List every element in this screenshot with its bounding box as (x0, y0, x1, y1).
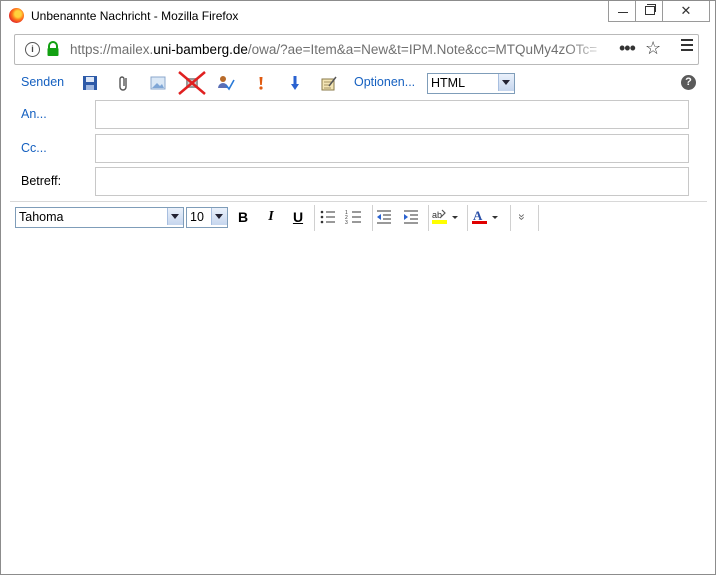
window-title: Unbenannte Nachricht - Mozilla Firefox (31, 9, 239, 23)
decrease-indent-icon[interactable] (375, 208, 393, 226)
check-names-icon[interactable] (217, 74, 235, 92)
chevron-down-icon (167, 208, 183, 225)
site-info-icon[interactable]: i (25, 42, 40, 57)
svg-text:A: A (473, 208, 483, 223)
spellcheck-icon[interactable] (320, 74, 338, 92)
cc-button[interactable]: Cc... (21, 141, 47, 155)
svg-text:ab: ab (432, 210, 442, 220)
toolbar-divider (510, 205, 511, 231)
toolbar-divider (428, 205, 429, 231)
low-importance-icon[interactable] (286, 74, 304, 92)
message-format-value: HTML (431, 76, 466, 90)
to-button[interactable]: An... (21, 107, 47, 121)
toolbar-divider (538, 205, 539, 231)
svg-text:3: 3 (345, 220, 348, 226)
title-bar: Unbenannte Nachricht - Mozilla Firefox ✕ (1, 1, 715, 31)
hamburger-menu-icon[interactable] (681, 39, 693, 51)
lock-icon (47, 41, 59, 56)
italic-button[interactable]: I (262, 208, 280, 226)
font-family-select[interactable]: Tahoma (15, 207, 184, 228)
more-options-icon[interactable]: » (513, 208, 531, 226)
font-size-select[interactable]: 10 (186, 207, 228, 228)
bookmark-star-icon[interactable]: ☆ (645, 38, 661, 59)
font-size-value: 10 (190, 210, 204, 224)
message-toolbar: Senden Optionen... HTML ? (1, 69, 715, 97)
url-text[interactable]: https://mailex.uni-bamberg.de/owa/?ae=It… (70, 42, 610, 57)
underline-button[interactable]: U (289, 208, 307, 226)
to-field[interactable] (95, 100, 689, 129)
subject-label: Betreff: (21, 174, 62, 188)
chevron-down-icon (211, 208, 227, 225)
high-importance-icon[interactable] (252, 74, 270, 92)
send-button[interactable]: Senden (21, 75, 64, 89)
maximize-button[interactable] (635, 1, 665, 22)
insert-image-icon[interactable] (149, 74, 167, 92)
firefox-logo-icon (9, 8, 24, 23)
message-format-select[interactable]: HTML (427, 73, 515, 94)
minimize-button[interactable] (608, 1, 638, 22)
save-icon[interactable] (81, 74, 99, 92)
formatting-toolbar: Tahoma 10 B I U 1 2 3 ab A » (10, 201, 707, 235)
page-actions-icon[interactable]: ••• (619, 38, 636, 59)
close-icon: ✕ (680, 3, 692, 18)
increase-indent-icon[interactable] (402, 208, 420, 226)
subject-field[interactable] (95, 167, 689, 196)
toolbar-divider (314, 205, 315, 231)
url-bar[interactable]: i https://mailex.uni-bamberg.de/owa/?ae=… (14, 34, 699, 65)
numbered-list-icon[interactable]: 1 2 3 (345, 208, 363, 226)
toolbar-divider (467, 205, 468, 231)
highlight-color-icon[interactable]: ab (431, 208, 461, 226)
options-link[interactable]: Optionen... (354, 75, 415, 89)
url-path: /owa/?ae=Item&a=New&t=IPM.Note&cc=MTQuMy… (247, 42, 598, 57)
font-family-value: Tahoma (19, 210, 64, 224)
bold-button[interactable]: B (234, 208, 252, 226)
close-button[interactable]: ✕ (662, 1, 710, 22)
help-icon[interactable]: ? (681, 75, 696, 90)
font-color-icon[interactable]: A (471, 208, 501, 226)
cc-field[interactable] (95, 134, 689, 163)
url-prefix: https://mailex. (70, 42, 154, 57)
message-body-editor[interactable] (10, 234, 707, 568)
bullet-list-icon[interactable] (319, 208, 337, 226)
url-host: uni-bamberg.de (153, 42, 248, 57)
address-book-disabled-icon[interactable] (177, 70, 207, 96)
browser-window: Unbenannte Nachricht - Mozilla Firefox ✕… (0, 0, 716, 575)
chevron-down-icon (498, 74, 514, 91)
attach-icon[interactable] (115, 74, 133, 92)
toolbar-divider (372, 205, 373, 231)
